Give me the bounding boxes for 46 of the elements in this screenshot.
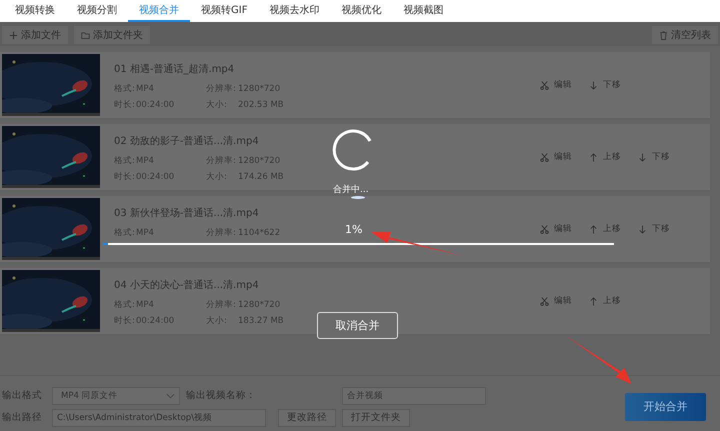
plus-icon: [9, 30, 18, 40]
path-input[interactable]: C:\Users\Administrator\Desktop\视频: [52, 408, 266, 426]
arrow-up-icon: [589, 152, 598, 162]
progress-reading: 1%: [345, 223, 362, 236]
format-select[interactable]: MP4 同原文件: [52, 386, 180, 404]
tab[interactable]: 视频截图: [392, 0, 454, 22]
scissors-icon: [540, 296, 549, 306]
tab[interactable]: 视频去水印: [258, 0, 330, 22]
cancel-merge-button[interactable]: 取消合并: [317, 312, 398, 339]
clear-list-button[interactable]: 清空列表: [652, 26, 718, 44]
arrow-down-icon: [638, 224, 647, 234]
scissors-icon: [540, 80, 549, 90]
tab[interactable]: 视频转换: [4, 0, 66, 22]
trash-icon: [659, 30, 668, 40]
open-folder-button[interactable]: 打开文件夹: [342, 408, 410, 426]
progress-indicator: [351, 196, 365, 199]
tab[interactable]: 视频分割: [66, 0, 128, 22]
arrow-up-icon: [589, 224, 598, 234]
file-name: 02 劲敌的影子-普通话...清.mp4: [114, 134, 260, 148]
chevron-icon: [166, 392, 175, 398]
name-input[interactable]: 合并视频: [342, 386, 486, 404]
action-link[interactable]: 上移: [603, 295, 621, 307]
arrow-down-icon: [589, 80, 598, 90]
tab[interactable]: 视频优化: [330, 0, 392, 22]
arrow-down-icon: [638, 152, 647, 162]
action-link[interactable]: 下移: [652, 151, 670, 163]
add-folder-button[interactable]: 添加文件夹: [74, 26, 150, 44]
action-link[interactable]: 上移: [603, 223, 621, 235]
scissors-icon: [540, 224, 549, 234]
add-file-button[interactable]: 添加文件: [2, 26, 68, 44]
action-link[interactable]: 上移: [603, 151, 621, 163]
change-path-button[interactable]: 更改路径: [278, 408, 336, 426]
file-name: 01 相遇-普通话_超清.mp4: [114, 62, 236, 76]
action-link[interactable]: 下移: [652, 223, 670, 235]
arrow-up-icon: [589, 296, 598, 306]
scissors-icon: [540, 152, 549, 162]
action-link[interactable]: 编辑: [554, 79, 572, 91]
start-merge-button[interactable]: 开始合并: [625, 392, 706, 420]
tab[interactable]: 视频转GIF: [190, 0, 258, 22]
action-link[interactable]: 编辑: [554, 223, 572, 235]
action-link[interactable]: 编辑: [554, 295, 572, 307]
file-name: 04 小天的决心-普通话...清.mp4: [114, 278, 260, 292]
folder-icon: [81, 30, 90, 40]
action-link[interactable]: 编辑: [554, 151, 572, 163]
action-link[interactable]: 下移: [603, 79, 621, 91]
file-name: 03 新伙伴登场-普通话...清.mp4: [114, 206, 260, 220]
